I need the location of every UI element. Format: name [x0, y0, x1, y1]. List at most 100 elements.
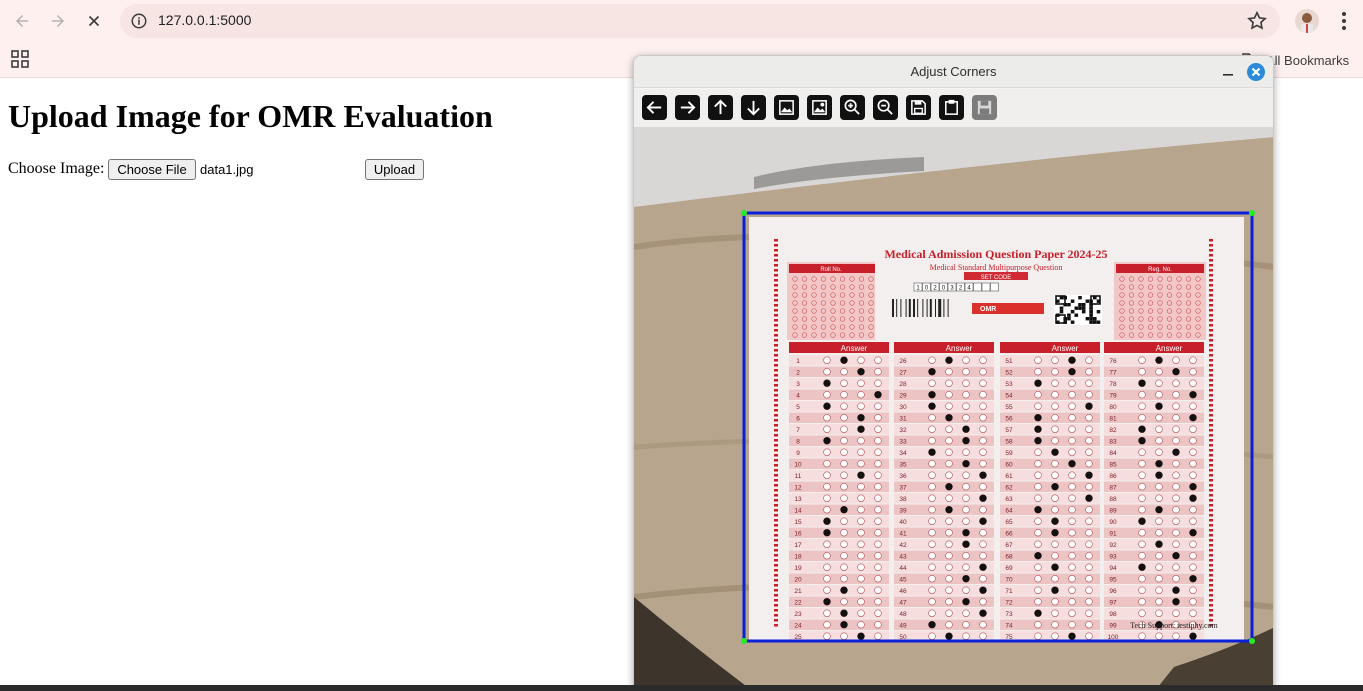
question-number: 3	[796, 381, 800, 388]
question-number: 48	[899, 611, 907, 618]
filled-bubble	[1189, 483, 1197, 491]
arrow-left-button[interactable]	[642, 95, 667, 120]
filled-bubble	[979, 586, 987, 594]
address-bar[interactable]: 127.0.0.1:5000	[120, 4, 1280, 38]
question-number: 5	[796, 404, 800, 411]
corner-handle-top-left[interactable]	[741, 210, 747, 216]
close-window-button[interactable]	[1247, 63, 1265, 81]
url-text[interactable]: 127.0.0.1:5000	[158, 12, 251, 28]
filled-bubble	[979, 609, 987, 617]
question-number: 55	[1005, 404, 1013, 411]
filled-bubble	[1189, 575, 1197, 583]
question-number: 85	[1109, 462, 1117, 469]
question-number: 9	[796, 450, 800, 457]
question-number: 56	[1005, 416, 1013, 423]
filled-bubble	[1068, 460, 1076, 468]
filled-bubble	[1155, 402, 1163, 410]
arrow-up-icon	[714, 99, 727, 115]
filled-bubble	[1068, 632, 1076, 640]
forward-button[interactable]	[43, 6, 73, 36]
omr-photo: Medical Admission Question Paper 2024-25…	[634, 127, 1273, 690]
arrow-left-icon	[646, 101, 662, 114]
question-number: 67	[1005, 542, 1013, 549]
zoom-out-button[interactable]	[873, 95, 898, 120]
question-number: 14	[794, 508, 802, 515]
filled-bubble	[928, 621, 936, 629]
arrow-down-button[interactable]	[741, 95, 766, 120]
filled-bubble	[1138, 563, 1146, 571]
filled-bubble	[1138, 425, 1146, 433]
arrow-right-button[interactable]	[675, 95, 700, 120]
window-titlebar[interactable]: Adjust Corners	[634, 56, 1273, 88]
corner-handle-top-right[interactable]	[1249, 210, 1255, 216]
question-number: 27	[899, 370, 907, 377]
question-number: 26	[899, 358, 907, 365]
clipboard-button[interactable]	[939, 95, 964, 120]
question-number: 70	[1005, 577, 1013, 584]
question-number: 32	[899, 427, 907, 434]
sheet-title: Medical Admission Question Paper 2024-25	[884, 247, 1107, 261]
zoom-in-icon	[844, 99, 860, 115]
question-number: 47	[899, 600, 907, 607]
question-number: 83	[1109, 439, 1117, 446]
filled-bubble	[1155, 540, 1163, 548]
filled-bubble	[962, 575, 970, 583]
stop-button[interactable]	[79, 6, 109, 36]
minimize-icon[interactable]	[1220, 62, 1236, 80]
info-icon[interactable]	[130, 12, 148, 30]
close-icon	[1251, 67, 1261, 77]
image-button[interactable]	[774, 95, 799, 120]
filled-bubble	[840, 621, 848, 629]
upload-button[interactable]: Upload	[365, 159, 424, 180]
question-number: 97	[1109, 600, 1117, 607]
filled-bubble	[1068, 368, 1076, 376]
filled-bubble	[857, 632, 865, 640]
apps-icon[interactable]	[11, 50, 29, 68]
choose-file-button[interactable]: Choose File	[108, 159, 196, 180]
question-number: 87	[1109, 485, 1117, 492]
corner-handle-bottom-right[interactable]	[1249, 638, 1255, 644]
filled-bubble	[945, 483, 953, 491]
corner-handle-bottom-left[interactable]	[741, 638, 747, 644]
filled-bubble	[1034, 425, 1042, 433]
filled-bubble	[1034, 506, 1042, 514]
filled-bubble	[962, 529, 970, 537]
filled-bubble	[1068, 356, 1076, 364]
question-number: 57	[1005, 427, 1013, 434]
filled-bubble	[857, 425, 865, 433]
menu-icon[interactable]	[1332, 9, 1356, 33]
reg-no-label: Reg. No.	[1148, 267, 1172, 273]
zoom-in-button[interactable]	[840, 95, 865, 120]
star-icon[interactable]	[1246, 10, 1268, 32]
arrow-up-button[interactable]	[708, 95, 733, 120]
answer-header: Answer	[1156, 344, 1183, 353]
filled-bubble	[823, 379, 831, 387]
code-boxes: 1020324	[913, 282, 999, 292]
question-number: 1	[796, 358, 800, 365]
question-number: 20	[794, 577, 802, 584]
filled-bubble	[1051, 483, 1059, 491]
window-toolbar	[634, 89, 1273, 127]
save-button[interactable]	[906, 95, 931, 120]
question-number: 62	[1005, 485, 1013, 492]
question-number: 93	[1109, 554, 1117, 561]
question-number: 45	[899, 577, 907, 584]
question-number: 23	[794, 611, 802, 618]
filled-bubble	[1172, 368, 1180, 376]
floppy-button[interactable]	[972, 95, 997, 120]
image-viewport[interactable]: Medical Admission Question Paper 2024-25…	[634, 127, 1273, 690]
question-number: 68	[1005, 554, 1013, 561]
image-settings-button[interactable]	[807, 95, 832, 120]
filled-bubble	[945, 506, 953, 514]
question-number: 36	[899, 473, 907, 480]
filled-bubble	[928, 391, 936, 399]
filled-bubble	[1155, 506, 1163, 514]
question-number: 89	[1109, 508, 1117, 515]
question-number: 35	[899, 462, 907, 469]
back-button[interactable]	[7, 6, 37, 36]
filled-bubble	[1172, 598, 1180, 606]
filled-bubble	[1085, 471, 1093, 479]
filled-bubble	[979, 494, 987, 502]
question-number: 82	[1109, 427, 1117, 434]
avatar[interactable]	[1295, 9, 1319, 33]
